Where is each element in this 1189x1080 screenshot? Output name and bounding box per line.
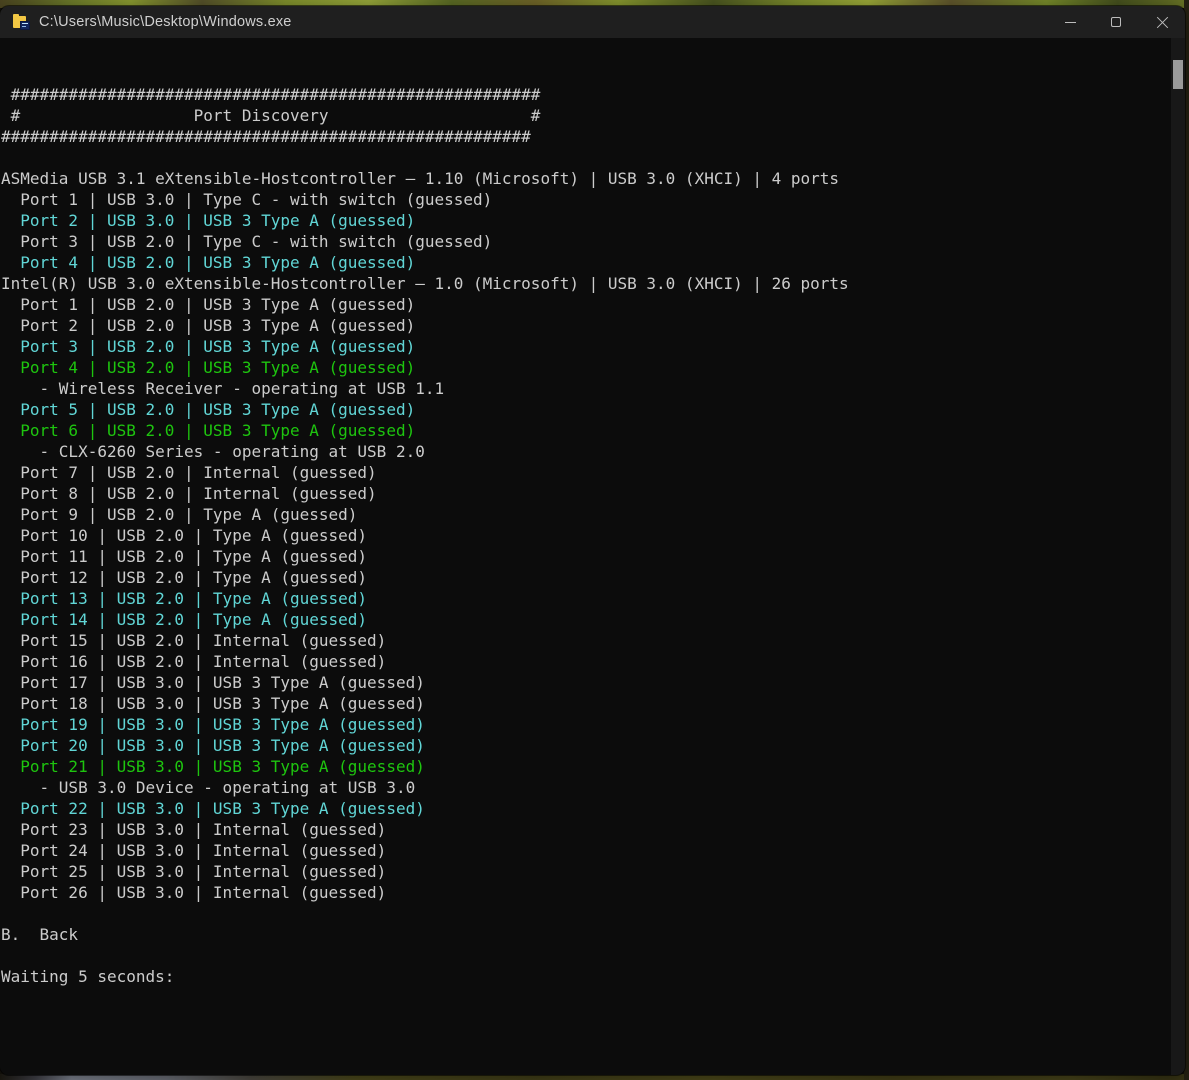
console-line: B. Back	[1, 925, 79, 944]
app-icon[interactable]	[13, 13, 30, 30]
console-line: Port 6 | USB 2.0 | USB 3 Type A (guessed…	[1, 421, 416, 440]
console-line: Waiting 5 seconds:	[1, 967, 175, 986]
console-line: Port 16 | USB 2.0 | Internal (guessed)	[1, 652, 387, 671]
console-line: ########################################…	[1, 127, 531, 146]
console-lines: ########################################…	[1, 84, 1169, 987]
maximize-icon	[1111, 17, 1121, 27]
console-line: Port 20 | USB 3.0 | USB 3 Type A (guesse…	[1, 736, 425, 755]
console-line: Port 8 | USB 2.0 | Internal (guessed)	[1, 484, 377, 503]
console-line: ASMedia USB 3.1 eXtensible-Hostcontrolle…	[1, 169, 840, 188]
maximize-button[interactable]	[1093, 6, 1139, 38]
console-line: ########################################…	[1, 85, 541, 104]
console-line: Port 13 | USB 2.0 | Type A (guessed)	[1, 589, 368, 608]
console-line: Port 26 | USB 3.0 | Internal (guessed)	[1, 883, 387, 902]
console-line: Port 1 | USB 2.0 | USB 3 Type A (guessed…	[1, 295, 416, 314]
console-line: Port 24 | USB 3.0 | Internal (guessed)	[1, 841, 387, 860]
close-button[interactable]	[1139, 6, 1185, 38]
window-title: C:\Users\Music\Desktop\Windows.exe	[39, 14, 292, 30]
console-line: Port 22 | USB 3.0 | USB 3 Type A (guesse…	[1, 799, 425, 818]
scrollbar-thumb[interactable]	[1173, 60, 1183, 89]
console-line: Port 21 | USB 3.0 | USB 3 Type A (guesse…	[1, 757, 425, 776]
console-line: Port 5 | USB 2.0 | USB 3 Type A (guessed…	[1, 400, 416, 419]
minimize-button[interactable]	[1047, 6, 1093, 38]
console-line: Port 1 | USB 3.0 | Type C - with switch …	[1, 190, 493, 209]
console-line: Port 4 | USB 2.0 | USB 3 Type A (guessed…	[1, 253, 416, 272]
console-line: Port 17 | USB 3.0 | USB 3 Type A (guesse…	[1, 673, 425, 692]
console-line: Port 11 | USB 2.0 | Type A (guessed)	[1, 547, 368, 566]
console-line: Port 18 | USB 3.0 | USB 3 Type A (guesse…	[1, 694, 425, 713]
console-window: C:\Users\Music\Desktop\Windows.exe #####…	[0, 6, 1185, 1075]
console-line: Intel(R) USB 3.0 eXtensible-Hostcontroll…	[1, 274, 849, 293]
console-line: Port 25 | USB 3.0 | Internal (guessed)	[1, 862, 387, 881]
close-icon	[1156, 16, 1169, 29]
program-icon	[20, 20, 30, 30]
console-line: Port 10 | USB 2.0 | Type A (guessed)	[1, 526, 368, 545]
console-line: Port 23 | USB 3.0 | Internal (guessed)	[1, 820, 387, 839]
console-line: - CLX-6260 Series - operating at USB 2.0	[1, 442, 425, 461]
console-line: # Port Discovery #	[1, 106, 541, 125]
console-line: Port 9 | USB 2.0 | Type A (guessed)	[1, 505, 358, 524]
console-line: Port 4 | USB 2.0 | USB 3 Type A (guessed…	[1, 358, 416, 377]
console-line: - USB 3.0 Device - operating at USB 3.0	[1, 778, 416, 797]
console-line: Port 12 | USB 2.0 | Type A (guessed)	[1, 568, 368, 587]
console-line: Port 7 | USB 2.0 | Internal (guessed)	[1, 463, 377, 482]
window-controls	[1047, 6, 1185, 38]
console-line: Port 2 | USB 2.0 | USB 3 Type A (guessed…	[1, 316, 416, 335]
console-output: ########################################…	[0, 38, 1185, 1075]
console-line: Port 3 | USB 2.0 | Type C - with switch …	[1, 232, 493, 251]
scrollbar[interactable]	[1171, 38, 1185, 1075]
console-line: - Wireless Receiver - operating at USB 1…	[1, 379, 445, 398]
titlebar: C:\Users\Music\Desktop\Windows.exe	[0, 6, 1185, 38]
console-line: Port 2 | USB 3.0 | USB 3 Type A (guessed…	[1, 211, 416, 230]
console-line: Port 15 | USB 2.0 | Internal (guessed)	[1, 631, 387, 650]
console-line: Port 3 | USB 2.0 | USB 3 Type A (guessed…	[1, 337, 416, 356]
console-line: Port 19 | USB 3.0 | USB 3 Type A (guesse…	[1, 715, 425, 734]
console-line: Port 14 | USB 2.0 | Type A (guessed)	[1, 610, 368, 629]
minimize-icon	[1064, 21, 1076, 23]
